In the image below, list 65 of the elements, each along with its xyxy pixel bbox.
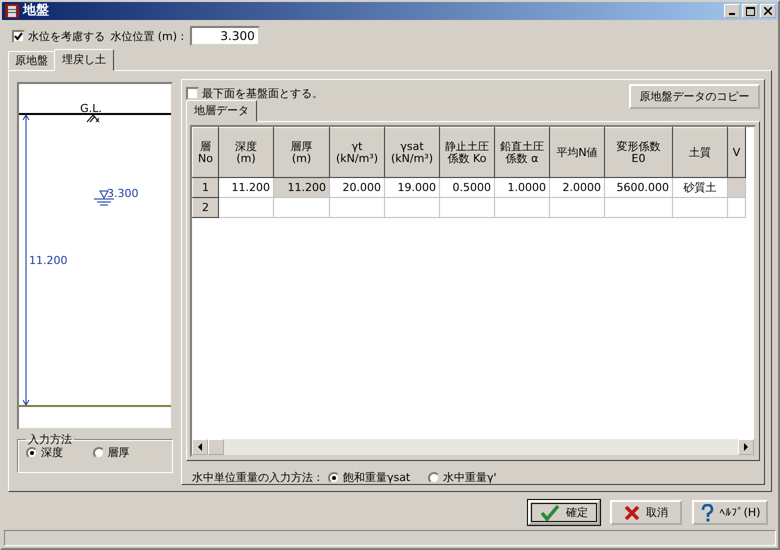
app-icon	[4, 3, 20, 20]
column-header: 変形係数	[616, 140, 662, 153]
unit-weight-option[interactable]: 飽和重量γsat	[328, 471, 410, 484]
column-header: (m)	[235, 152, 257, 165]
column-header: 深度	[234, 140, 258, 153]
column-header: 係数 Ko	[446, 152, 488, 165]
copy-data-button[interactable]: 原地盤データのコピー	[629, 84, 760, 110]
dialog-button[interactable]: 取消	[610, 500, 682, 526]
maximize-icon	[746, 6, 754, 16]
unit-weight-option[interactable]: 水中重量γ'	[428, 471, 497, 484]
water-level-label: 水位を考慮する	[28, 30, 105, 43]
table-cell[interactable]: 20.000	[330, 178, 384, 198]
tab[interactable]: 地層データ	[186, 100, 257, 122]
cross-icon	[624, 504, 640, 521]
close-icon	[764, 7, 772, 16]
scroll-right-button[interactable]	[738, 439, 754, 456]
input-method-option[interactable]: 深度	[26, 446, 63, 460]
column-header: γsat	[400, 140, 424, 153]
base-label: 最下面を基盤面とする。	[202, 86, 323, 100]
column-header: 係数 α	[504, 152, 540, 165]
water-level-checkbox[interactable]	[12, 30, 25, 43]
column-header: V	[732, 146, 742, 159]
tab[interactable]: 原地盤	[8, 51, 55, 70]
column-header: 層厚	[290, 140, 314, 153]
column-header: 静止土圧	[444, 140, 490, 153]
column-header: 層	[199, 140, 212, 153]
dialog-button[interactable]: 確定	[528, 500, 600, 526]
table-cell[interactable]: 2.0000	[550, 178, 604, 198]
base-checkbox[interactable]	[186, 86, 199, 100]
column-header: No	[197, 152, 214, 165]
column-header: (m)	[290, 152, 312, 165]
water-position-label: 水位位置 (m) :	[110, 30, 184, 43]
ground-level-label: G.L.	[80, 102, 102, 116]
horizontal-scrollbar[interactable]	[192, 439, 754, 456]
table-cell[interactable]: 11.200	[274, 178, 330, 198]
table-cell[interactable]: 19.000	[384, 178, 440, 198]
column-header: 平均N値	[555, 146, 599, 159]
column-header: (kN/m³)	[390, 152, 434, 165]
input-method-label: 入力方法	[27, 432, 73, 446]
input-method-option[interactable]: 層厚	[92, 446, 130, 460]
left-arrow-icon	[197, 443, 203, 452]
table-cell[interactable]: 5600.000	[604, 178, 672, 198]
table-cell[interactable]: 1.0000	[494, 178, 550, 198]
column-header: 土質	[688, 146, 712, 159]
column-header: γt	[352, 140, 362, 153]
water-position-field[interactable]: 3.300	[190, 26, 260, 46]
right-arrow-icon	[743, 443, 749, 452]
scroll-left-button[interactable]	[192, 439, 208, 456]
row-header[interactable]: 1	[192, 178, 218, 198]
minimize-button[interactable]	[724, 4, 740, 18]
row-header[interactable]: 2	[192, 198, 218, 218]
ground-profile-drawing: G.L. 11.200 3.300	[19, 84, 171, 428]
maximize-button[interactable]	[742, 4, 758, 18]
tab[interactable]: 埋戻し土	[54, 49, 114, 72]
column-header: 鉛直土圧	[499, 140, 545, 153]
close-button[interactable]	[760, 4, 776, 18]
column-header: E0	[632, 152, 646, 165]
scroll-thumb[interactable]	[208, 439, 224, 456]
unit-weight-label: 水中単位重量の入力方法 :	[192, 471, 320, 484]
table-cell[interactable]: 0.5000	[440, 178, 494, 198]
help-icon	[700, 504, 714, 522]
check-icon	[540, 504, 560, 522]
window-title: 地盤	[22, 3, 49, 19]
dialog-button[interactable]: ﾍﾙﾌﾟ(H)	[692, 500, 768, 526]
column-header: (kN/m³)	[334, 152, 379, 165]
